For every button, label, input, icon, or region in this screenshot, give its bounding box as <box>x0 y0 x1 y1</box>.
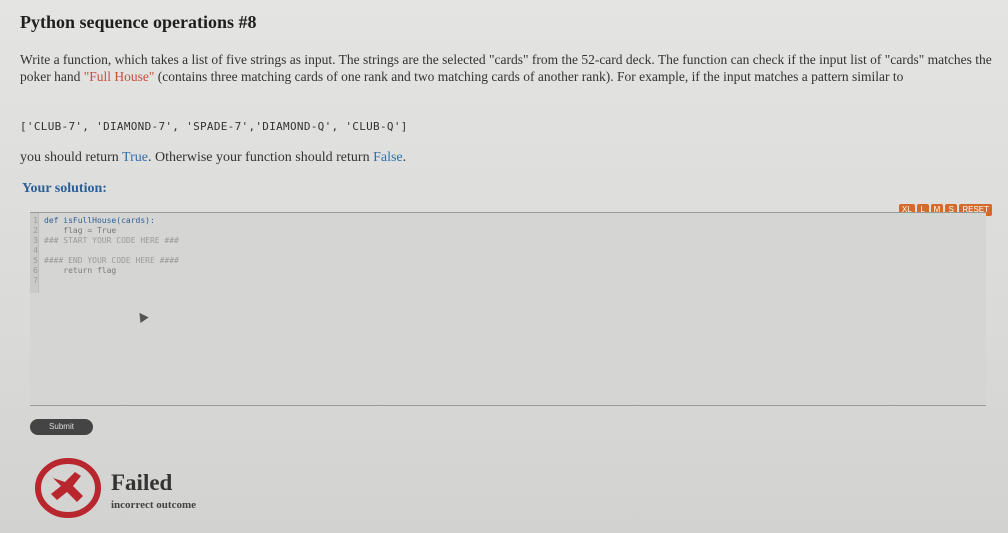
submit-button[interactable]: Submit <box>30 419 93 435</box>
result-subtitle: incorrect outcome <box>111 499 197 511</box>
exercise-page: Python sequence operations #8 Write a fu… <box>0 0 1008 533</box>
line-number: 6 <box>33 266 38 275</box>
example-cards-code: ['CLUB-7', 'DIAMOND-7', 'SPADE-7','DIAMO… <box>20 120 408 133</box>
return-instructions: you should return True. Otherwise your f… <box>20 150 406 166</box>
true-keyword: True <box>122 150 148 165</box>
line-number: 4 <box>33 246 38 255</box>
code-line: 5 #### END YOUR CODE HERE #### <box>30 256 179 266</box>
code-text: return flag <box>44 266 117 275</box>
code-text: #### END YOUR CODE HERE #### <box>44 256 179 265</box>
code-lines: 1 def isFullHouse(cards): 2 flag = True 3… <box>30 216 179 286</box>
line-number: 3 <box>33 236 38 245</box>
line-number: 1 <box>33 216 38 225</box>
code-text: def isFullHouse(cards): <box>44 216 155 225</box>
failed-icon <box>35 458 101 518</box>
code-line: 2 flag = True <box>30 226 179 236</box>
code-text: flag = True <box>44 226 117 235</box>
code-editor[interactable]: 1 def isFullHouse(cards): 2 flag = True 3… <box>30 212 986 406</box>
return-middle: . Otherwise your function should return <box>147 150 374 165</box>
description-text-2: (contains three matching cards of one ra… <box>154 69 904 84</box>
code-line: 1 def isFullHouse(cards): <box>30 216 179 226</box>
false-keyword: False <box>373 150 403 165</box>
code-line: 3 ### START YOUR CODE HERE ### <box>30 236 179 246</box>
code-line: 7 <box>30 276 179 286</box>
line-number: 5 <box>33 256 38 265</box>
result-title: Failed <box>111 470 173 495</box>
code-text: ### START YOUR CODE HERE ### <box>44 236 179 245</box>
line-number: 7 <box>33 276 38 285</box>
return-suffix: . <box>402 150 407 165</box>
problem-description: Write a function, which takes a list of … <box>20 51 995 85</box>
return-prefix: you should return <box>20 150 123 165</box>
full-house-highlight: "Full House" <box>83 69 155 84</box>
code-line: 4 <box>30 246 179 256</box>
line-number: 2 <box>33 226 38 235</box>
code-line: 6 return flag <box>30 266 179 276</box>
page-title: Python sequence operations #8 <box>20 12 257 32</box>
solution-label: Your solution: <box>22 181 107 196</box>
